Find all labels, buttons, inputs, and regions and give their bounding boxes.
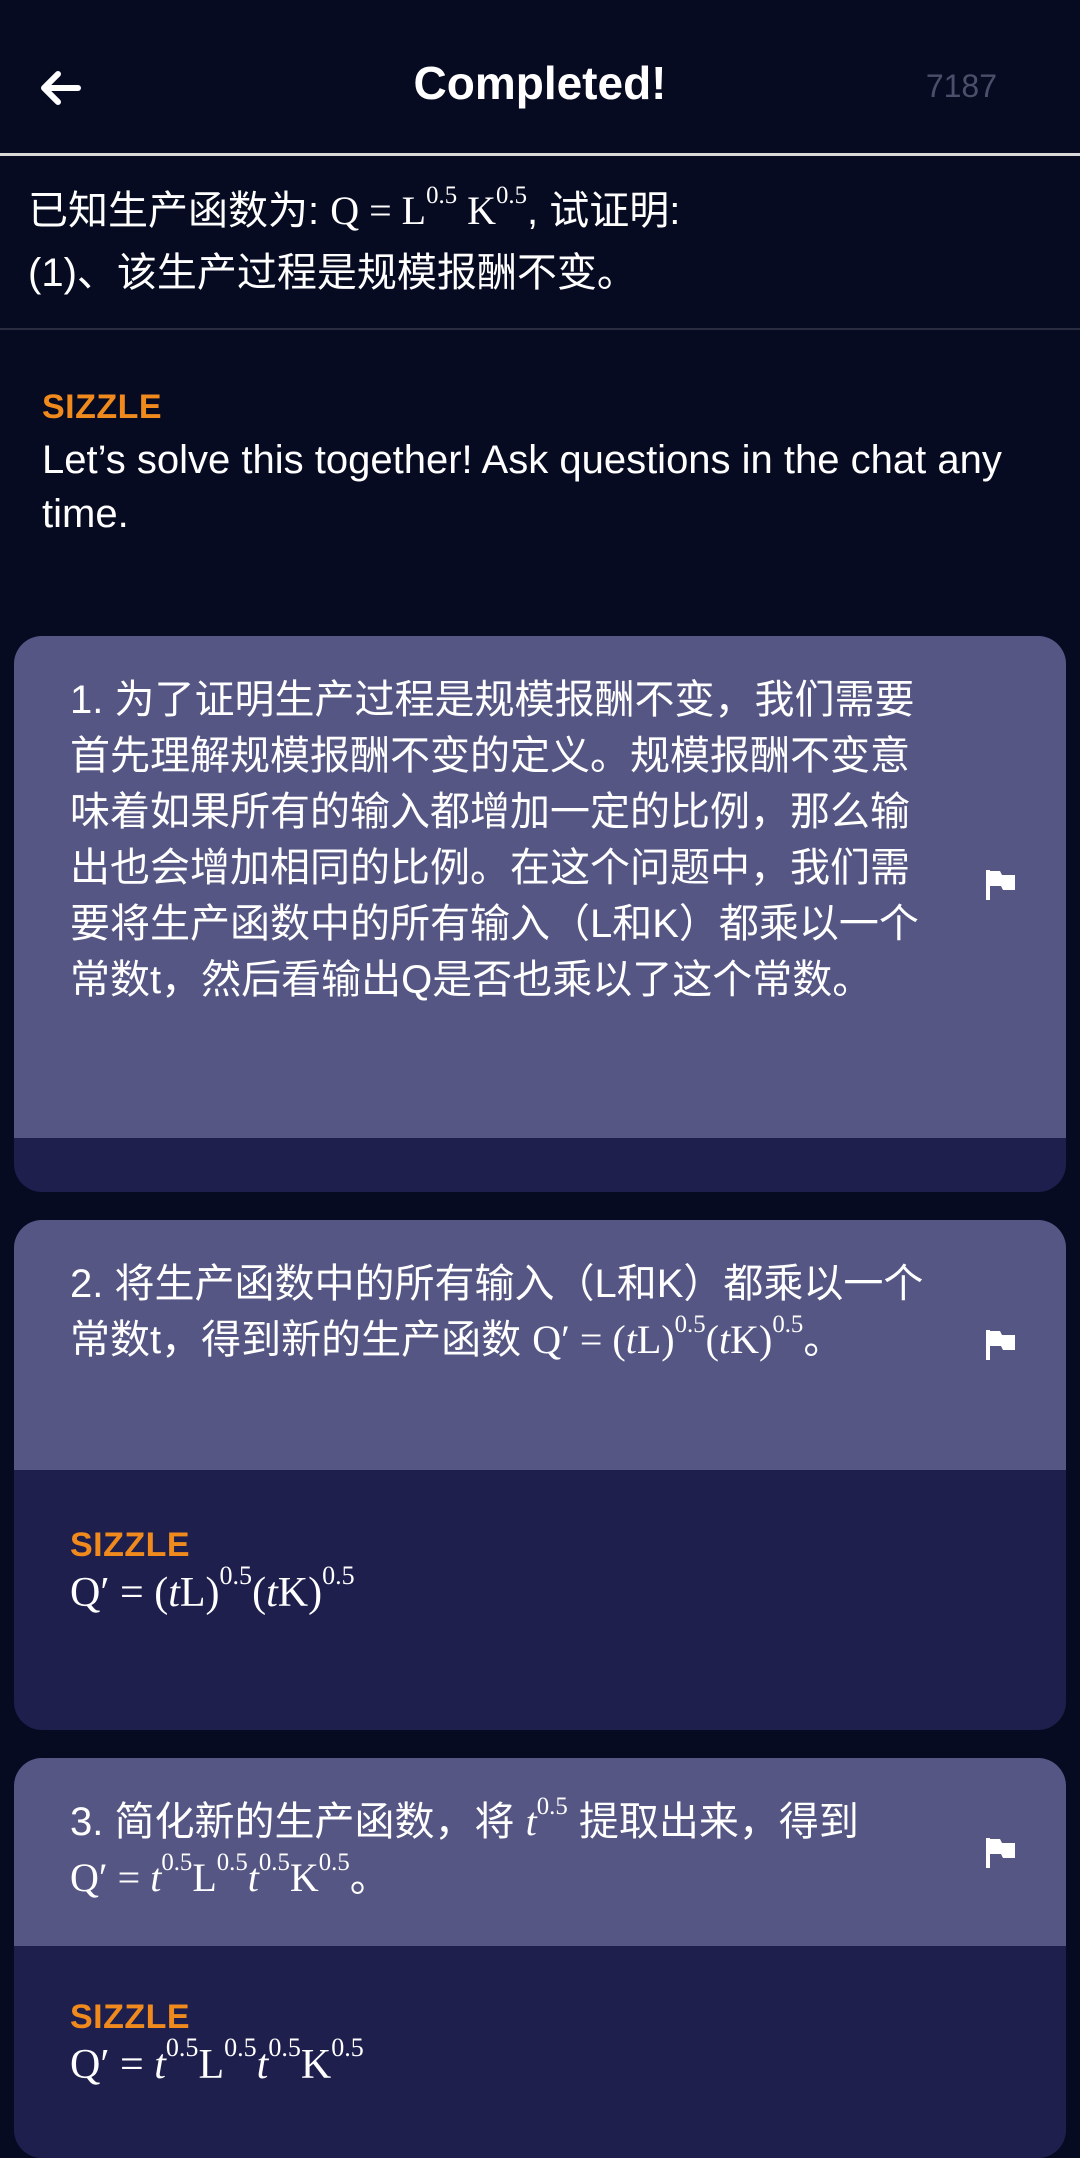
intro-message: SIZZLE Let’s solve this together! Ask qu… [42,388,1042,541]
page-title: Completed! [413,57,667,109]
step-text: 3. 简化新的生产函数，将 t0.5 提取出来，得到 Q′ = t0.5L0.5… [70,1792,859,1900]
step-card-3-reply: SIZZLE Q′ = t0.5L0.5t0.5K0.5 [14,1946,1066,2093]
flag-icon[interactable] [984,868,1018,902]
step-card-3-body: 3. 简化新的生产函数，将 t0.5 提取出来，得到 Q′ = t0.5L0.5… [14,1758,1066,1946]
step-card-2-body: 2. 将生产函数中的所有输入（L和K）都乘以一个常数t，得到新的生产函数 Q′ … [14,1220,1066,1470]
intro-text: Let’s solve this together! Ask questions… [42,438,1002,536]
flag-icon[interactable] [984,1328,1018,1362]
step-formula: Q′ = (tL)0.5(tK)0.5 [532,1310,804,1362]
problem-line-2: (1)、该生产过程是规模报酬不变。 [28,251,637,295]
reply-formula: Q′ = (tL)0.5(tK)0.5 [70,1560,355,1616]
sizzle-label: SIZZLE [70,1526,191,1564]
problem-statement: 已知生产函数为: Q = L0.5 K0.5, 试证明: (1)、该生产过程是规… [0,156,1080,330]
production-function-formula: Q = L0.5 K0.5 [330,181,528,233]
question-id: 7187 [925,68,997,104]
step-text: 1. 为了证明生产过程是规模报酬不变，我们需要首先理解规模报酬不变的定义。规模报… [70,678,919,1002]
sizzle-label: SIZZLE [70,1998,191,2036]
reply-formula: Q′ = t0.5L0.5t0.5K0.5 [70,2032,364,2088]
sizzle-label: SIZZLE [42,388,163,426]
top-bar: Completed! 7187 [0,0,1080,156]
step-formula: Q′ = t0.5L0.5t0.5K0.5 [70,1848,350,1900]
step-card-2: 2. 将生产函数中的所有输入（L和K）都乘以一个常数t，得到新的生产函数 Q′ … [14,1220,1066,1730]
step-card-2-reply: SIZZLE Q′ = (tL)0.5(tK)0.5 [14,1470,1066,1621]
step-text: 2. 将生产函数中的所有输入（L和K）都乘以一个常数t，得到新的生产函数 Q′ … [70,1262,924,1362]
problem-line-1: 已知生产函数为: Q = L0.5 K0.5, 试证明: [28,181,681,233]
step-card-1: 1. 为了证明生产过程是规模报酬不变，我们需要首先理解规模报酬不变的定义。规模报… [14,636,1066,1192]
step-card-3: 3. 简化新的生产函数，将 t0.5 提取出来，得到 Q′ = t0.5L0.5… [14,1758,1066,2158]
flag-icon[interactable] [984,1836,1018,1870]
step-card-1-body: 1. 为了证明生产过程是规模报酬不变，我们需要首先理解规模报酬不变的定义。规模报… [14,636,1066,1138]
